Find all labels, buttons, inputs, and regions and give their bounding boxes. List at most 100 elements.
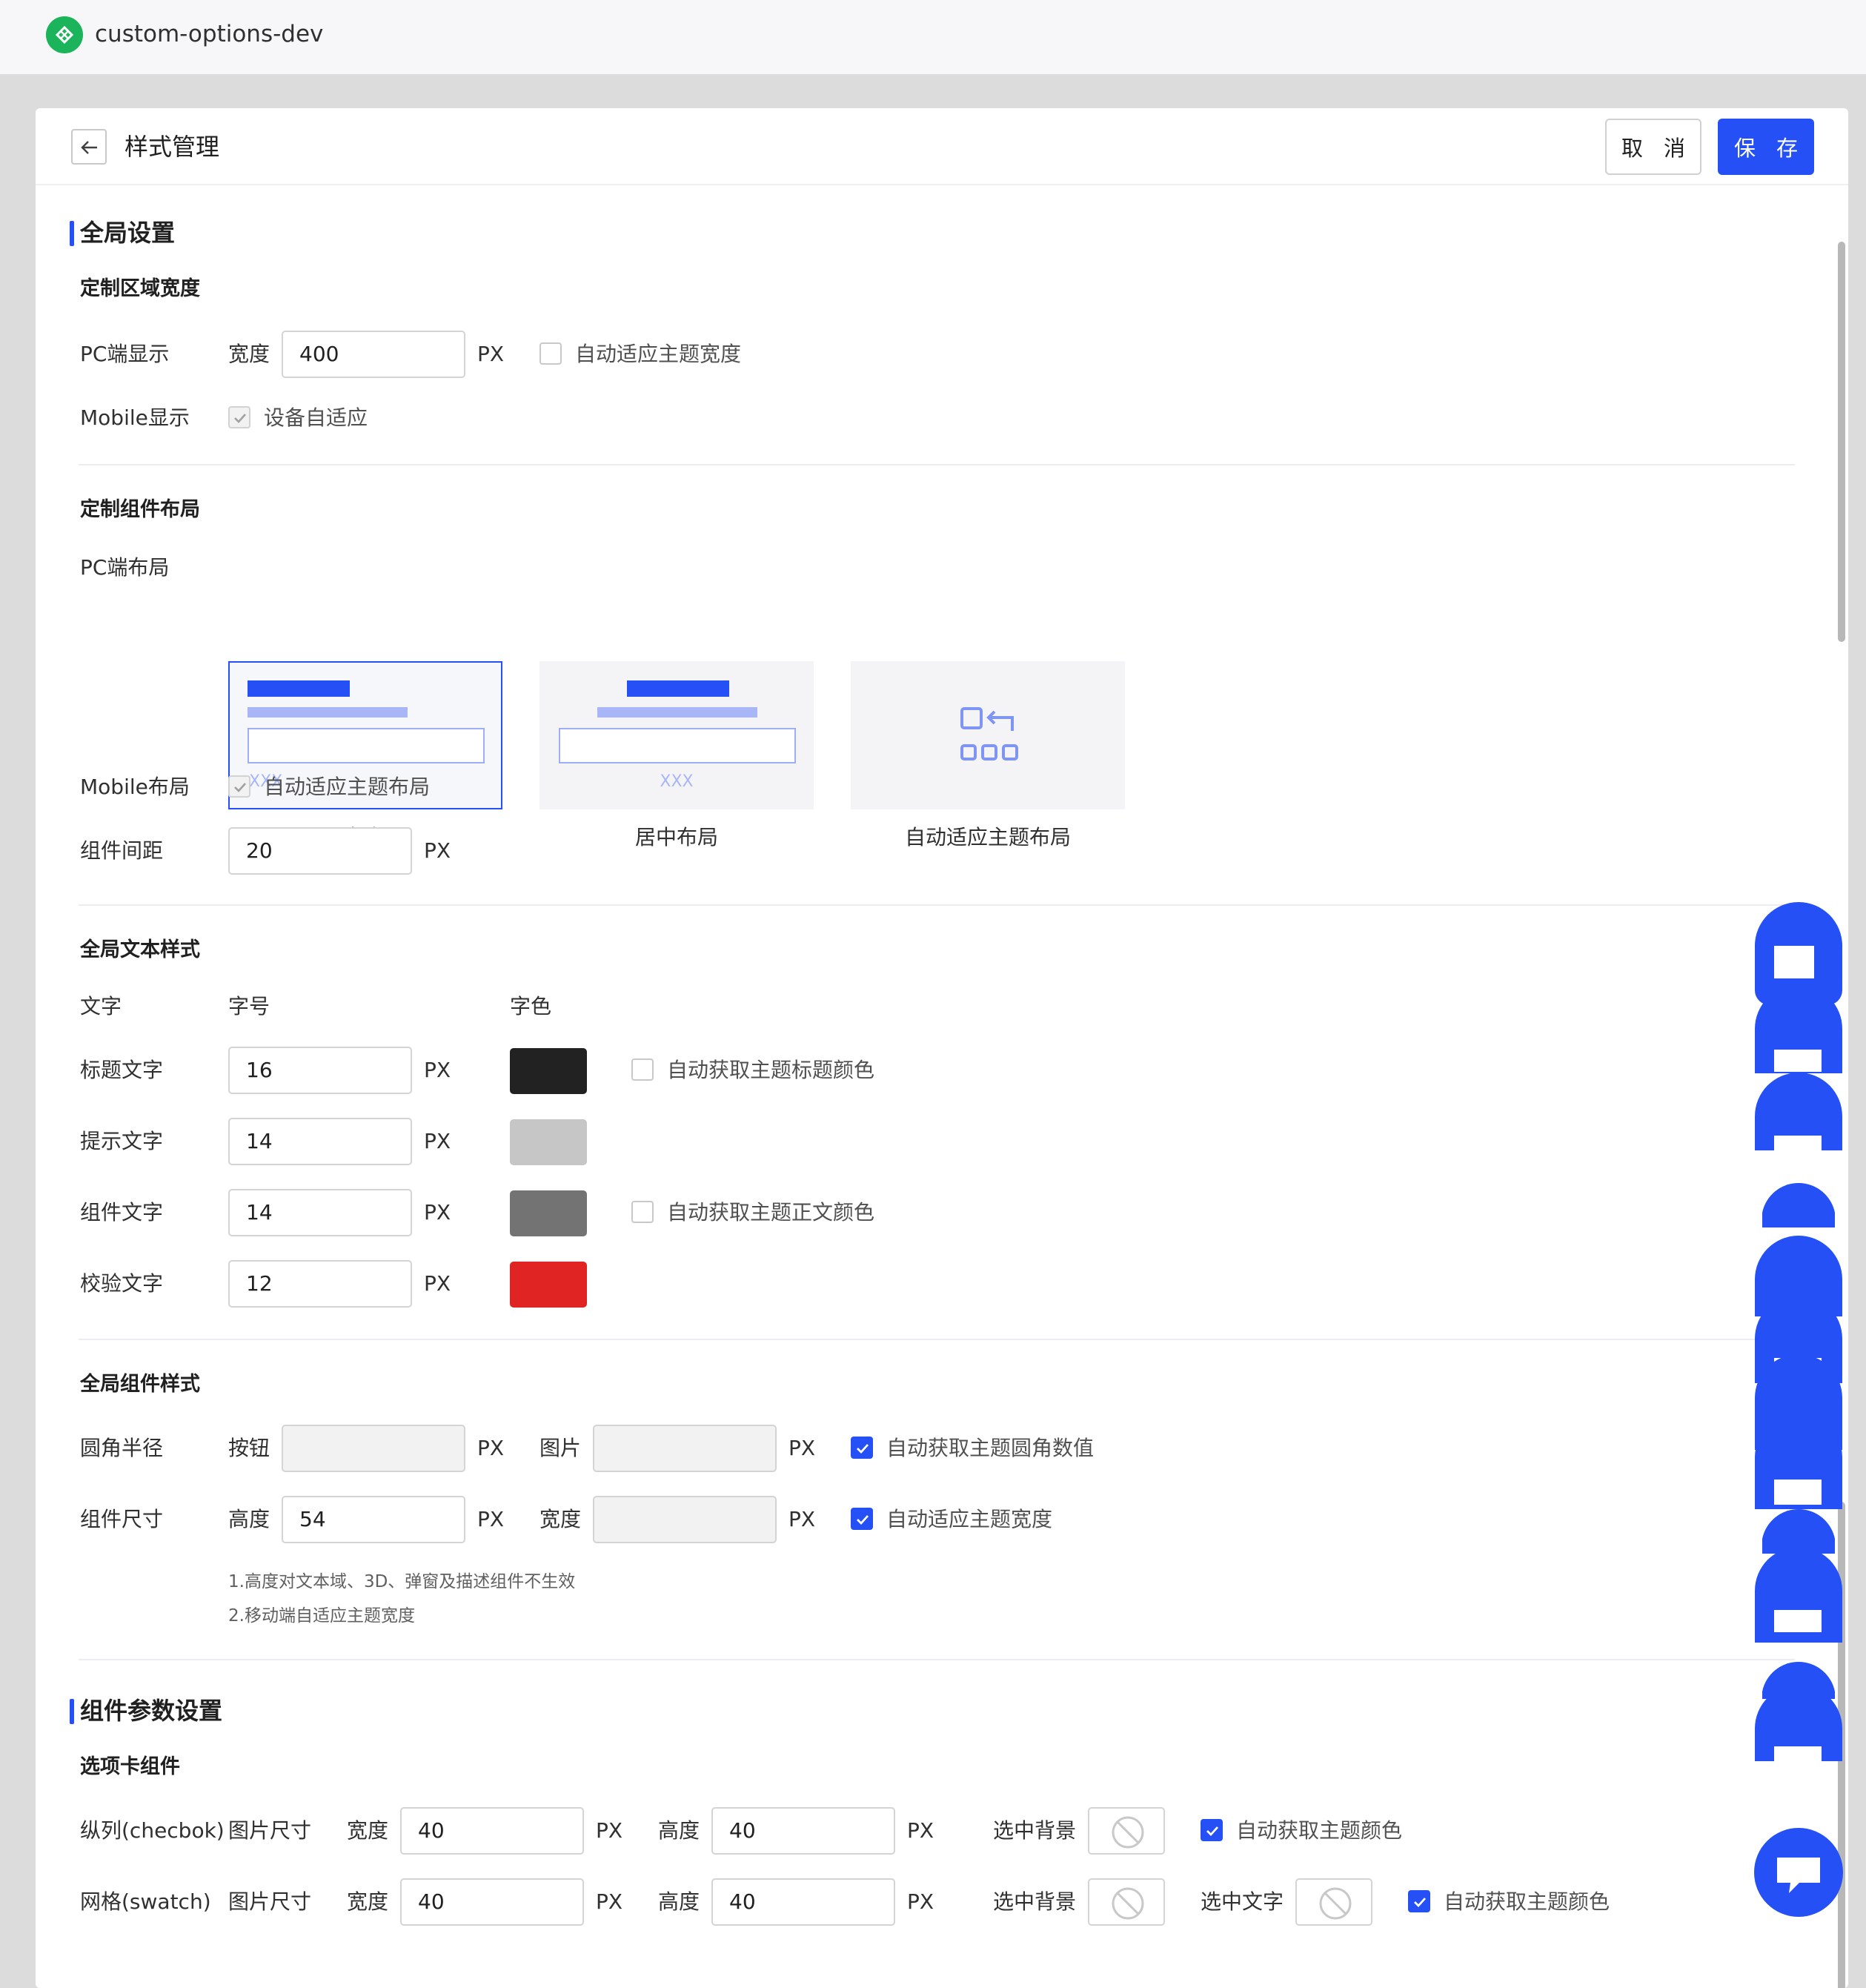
- size-auto-label: 自动适应主题宽度: [886, 1507, 1053, 1531]
- validation-text-color-swatch[interactable]: [510, 1262, 587, 1308]
- mobile-layout-label: Mobile布局: [80, 775, 190, 799]
- back-button[interactable]: [71, 129, 107, 165]
- column-image-width-input[interactable]: 40: [400, 1807, 584, 1855]
- chat-widget[interactable]: [1753, 901, 1844, 1939]
- layout-caption-auto: 自动适应主题布局: [904, 825, 1071, 849]
- checkmark-icon: [234, 783, 246, 792]
- layout-preview-title: [248, 680, 350, 697]
- unit-label: PX: [788, 1507, 816, 1531]
- layout-preview-input: [248, 728, 485, 763]
- group-title-component-style: 全局组件样式: [80, 1373, 200, 1396]
- column-auto-color-label: 自动获取主题颜色: [1236, 1818, 1403, 1843]
- size-note-2: 2.移动端自适应主题宽度: [228, 1606, 415, 1626]
- divider: [79, 464, 1795, 465]
- component-width-input[interactable]: [593, 1496, 777, 1543]
- component-text-size-input[interactable]: 14: [228, 1189, 412, 1236]
- app-logo-icon: [46, 16, 83, 53]
- section-title-component-params: 组件参数设置: [80, 1697, 223, 1725]
- unit-label: PX: [424, 1271, 451, 1296]
- title-color-auto-checkbox[interactable]: [631, 1058, 654, 1081]
- group-title-area-width: 定制区域宽度: [80, 277, 200, 300]
- selected-bg-label: 选中背景: [993, 1818, 1077, 1843]
- divider: [79, 904, 1795, 906]
- layout-preview-placeholder: XXX: [660, 772, 694, 791]
- section-title-global: 全局设置: [80, 219, 176, 247]
- layout-preview-subtitle: [597, 707, 757, 718]
- grid-selected-bg-swatch[interactable]: [1088, 1878, 1165, 1926]
- height-label: 高度: [658, 1818, 700, 1843]
- auto-theme-width-label: 自动适应主题宽度: [575, 342, 742, 366]
- mobile-auto-checkbox[interactable]: [228, 406, 250, 428]
- hint-text-label: 提示文字: [80, 1129, 164, 1153]
- image-size-label: 图片尺寸: [228, 1818, 312, 1843]
- no-color-icon: [1112, 1816, 1144, 1849]
- unit-label: PX: [907, 1818, 934, 1843]
- layout-option-center[interactable]: XXX: [539, 661, 814, 809]
- title-text-color-swatch[interactable]: [510, 1048, 587, 1094]
- cancel-button[interactable]: 取 消: [1605, 119, 1701, 175]
- checkmark-icon: [857, 1444, 869, 1454]
- title-color-auto-label: 自动获取主题标题颜色: [667, 1058, 875, 1082]
- no-color-icon: [1112, 1887, 1144, 1920]
- component-height-input[interactable]: 54: [282, 1496, 465, 1543]
- column-auto-color-checkbox[interactable]: [1201, 1819, 1223, 1841]
- radius-auto-label: 自动获取主题圆角数值: [886, 1436, 1095, 1460]
- column-checkbox-label: 纵列(checbok): [80, 1818, 225, 1843]
- section-marker: [70, 1699, 74, 1724]
- save-button[interactable]: 保 存: [1718, 119, 1814, 175]
- image-radius-input[interactable]: [593, 1425, 777, 1472]
- title-text-size-input[interactable]: 16: [228, 1047, 412, 1094]
- body-color-auto-checkbox[interactable]: [631, 1201, 654, 1223]
- app-name: custom-options-dev: [95, 21, 324, 47]
- unit-label: PX: [788, 1436, 816, 1460]
- group-title-layout: 定制组件布局: [80, 498, 200, 521]
- button-radius-label: 按钮: [228, 1436, 270, 1460]
- scrollbar-thumb[interactable]: [1838, 242, 1845, 642]
- checkmark-icon: [1414, 1898, 1427, 1908]
- layout-option-auto[interactable]: [851, 661, 1125, 809]
- component-text-color-swatch[interactable]: [510, 1190, 587, 1236]
- chat-icon: [1754, 902, 1843, 1917]
- mobile-layout-auto-checkbox[interactable]: [228, 775, 250, 798]
- layout-preview-subtitle: [248, 707, 408, 718]
- image-size-label: 图片尺寸: [228, 1889, 312, 1914]
- unit-label: PX: [477, 1436, 505, 1460]
- pc-display-label: PC端显示: [80, 342, 170, 366]
- validation-text-size-input[interactable]: 12: [228, 1260, 412, 1308]
- grid-swatch-label: 网格(swatch): [80, 1889, 211, 1914]
- width-label: 宽度: [228, 342, 270, 366]
- image-radius-label: 图片: [539, 1436, 582, 1460]
- grid-selected-text-swatch[interactable]: [1295, 1878, 1372, 1926]
- mobile-auto-label: 设备自适应: [264, 405, 368, 430]
- col-color-label: 字色: [510, 994, 552, 1018]
- size-auto-checkbox[interactable]: [851, 1508, 873, 1530]
- component-text-label: 组件文字: [80, 1200, 164, 1225]
- layout-preview-input: [559, 728, 796, 763]
- unit-label: PX: [424, 838, 451, 863]
- width-label: 宽度: [347, 1889, 389, 1914]
- grid-image-width-input[interactable]: 40: [400, 1878, 584, 1926]
- column-image-height-input[interactable]: 40: [711, 1807, 895, 1855]
- checkmark-icon: [857, 1515, 869, 1525]
- pc-layout-label: PC端布局: [80, 555, 170, 580]
- hint-text-size-input[interactable]: 14: [228, 1118, 412, 1165]
- pc-width-input[interactable]: 400: [282, 331, 465, 378]
- width-label: 宽度: [539, 1507, 582, 1531]
- radius-label: 圆角半径: [80, 1436, 164, 1460]
- button-radius-input[interactable]: [282, 1425, 465, 1472]
- column-selected-bg-swatch[interactable]: [1088, 1807, 1165, 1855]
- component-gap-label: 组件间距: [80, 838, 164, 863]
- section-marker: [70, 221, 74, 246]
- auto-theme-width-checkbox[interactable]: [539, 342, 562, 365]
- mobile-display-label: Mobile显示: [80, 405, 190, 430]
- grid-image-height-input[interactable]: 40: [711, 1878, 895, 1926]
- grid-auto-color-label: 自动获取主题颜色: [1444, 1889, 1610, 1914]
- selected-bg-label: 选中背景: [993, 1889, 1077, 1914]
- component-gap-input[interactable]: 20: [228, 827, 412, 875]
- grid-auto-color-checkbox[interactable]: [1408, 1890, 1430, 1912]
- hint-text-color-swatch[interactable]: [510, 1119, 587, 1165]
- unit-label: PX: [907, 1889, 934, 1914]
- checkmark-icon: [1206, 1826, 1219, 1837]
- radius-auto-checkbox[interactable]: [851, 1437, 873, 1459]
- unit-label: PX: [596, 1889, 623, 1914]
